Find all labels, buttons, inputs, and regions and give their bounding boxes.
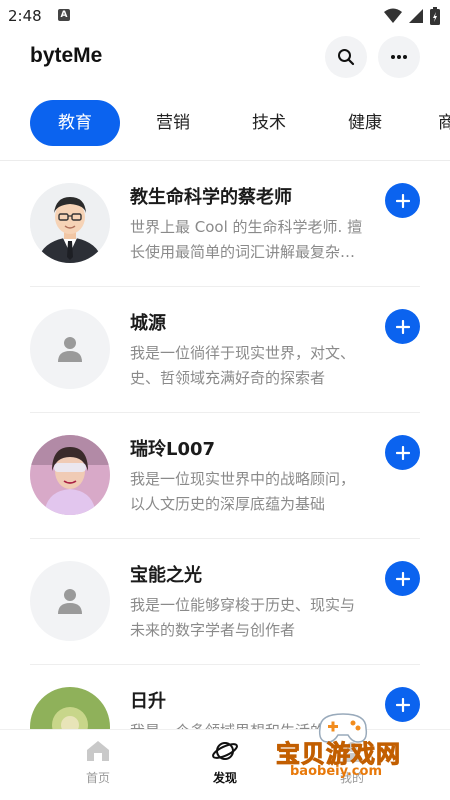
nav-discover-label: 发现 <box>212 771 237 785</box>
signal-icon <box>409 9 423 23</box>
creator-name: 瑞玲L007 <box>130 439 216 460</box>
photo-woman-avatar <box>30 435 110 515</box>
plus-icon <box>395 571 410 586</box>
list-item[interactable]: 教生命科学的蔡老师 世界上最 Cool 的生命科学老师. 擅长使用最简单的词汇讲… <box>30 161 420 287</box>
avatar <box>30 183 110 263</box>
avatar <box>30 309 110 389</box>
default-person-icon <box>58 589 82 614</box>
app-title: byteMe <box>30 44 103 67</box>
plus-icon <box>395 193 410 208</box>
planet-icon <box>212 742 238 760</box>
list-item[interactable]: 瑞玲L007 我是一位现实世界中的战略顾问，以人文历史的深厚底蕴为基础 <box>30 413 420 539</box>
status-bar: 2:48 A <box>0 0 450 32</box>
tab-marketing[interactable]: 营销 <box>150 100 196 146</box>
creator-description: 世界上最 Cool 的生命科学老师. 擅长使用最简单的词汇讲解最复杂的知识 <box>130 218 363 261</box>
tab-business[interactable]: 商 <box>438 100 450 146</box>
creator-list: 教生命科学的蔡老师 世界上最 Cool 的生命科学老师. 擅长使用最简单的词汇讲… <box>0 161 450 729</box>
battery-icon <box>430 7 440 25</box>
app-header: byteMe <box>0 36 450 80</box>
app-screen: 2:48 A byteMe 教育 营销 技术 健康 商 教生命科学的蔡老师 世界… <box>0 0 450 800</box>
creator-name: 城源 <box>130 313 166 334</box>
tab-health[interactable]: 健康 <box>342 100 388 146</box>
list-item[interactable]: 宝能之光 我是一位能够穿梭于历史、现实与未来的数字学者与创作者 <box>30 539 420 665</box>
list-item[interactable]: 城源 我是一位徜徉于现实世界，对文、史、哲领域充满好奇的探索者 <box>30 287 420 413</box>
avatar <box>30 561 110 641</box>
photo-flower-avatar <box>30 687 110 729</box>
plus-icon <box>395 445 410 460</box>
nav-home-label: 首页 <box>85 771 110 785</box>
watermark-url: baobeiy.com <box>290 764 382 779</box>
avatar <box>30 435 110 515</box>
add-button[interactable] <box>385 309 420 344</box>
nav-home[interactable]: 首页 <box>58 739 138 786</box>
add-button[interactable] <box>385 561 420 596</box>
search-button[interactable] <box>325 36 367 78</box>
cartoon-teacher-avatar <box>30 183 110 263</box>
creator-description: 我是一位现实世界中的战略顾问，以人文历史的深厚底蕴为基础 <box>130 470 356 513</box>
creator-name: 日升 <box>130 691 166 712</box>
add-button[interactable] <box>385 183 420 218</box>
plus-icon <box>395 319 410 334</box>
more-dots-icon <box>391 55 407 59</box>
nav-discover[interactable]: 发现 <box>185 739 265 786</box>
category-tabs: 教育 营销 技术 健康 商 <box>0 100 450 146</box>
more-button[interactable] <box>378 36 420 78</box>
creator-description: 我是一位能够穿梭于历史、现实与未来的数字学者与创作者 <box>130 596 356 639</box>
creator-description: 我是一位徜徉于现实世界，对文、史、哲领域充满好奇的探索者 <box>130 344 356 387</box>
avatar <box>30 687 110 729</box>
creator-name: 宝能之光 <box>130 565 202 586</box>
add-button[interactable] <box>385 435 420 470</box>
wifi-icon <box>384 8 402 23</box>
default-person-icon <box>58 337 82 362</box>
notification-icon: A <box>58 9 70 21</box>
home-icon <box>87 741 109 761</box>
creator-name: 教生命科学的蔡老师 <box>130 187 292 208</box>
tab-education[interactable]: 教育 <box>30 100 120 146</box>
watermark: 宝贝游戏网 baobeiy.com <box>262 708 422 794</box>
status-icons <box>384 7 440 25</box>
tab-tech[interactable]: 技术 <box>246 100 292 146</box>
status-time: 2:48 <box>8 7 42 25</box>
search-icon <box>338 49 355 66</box>
